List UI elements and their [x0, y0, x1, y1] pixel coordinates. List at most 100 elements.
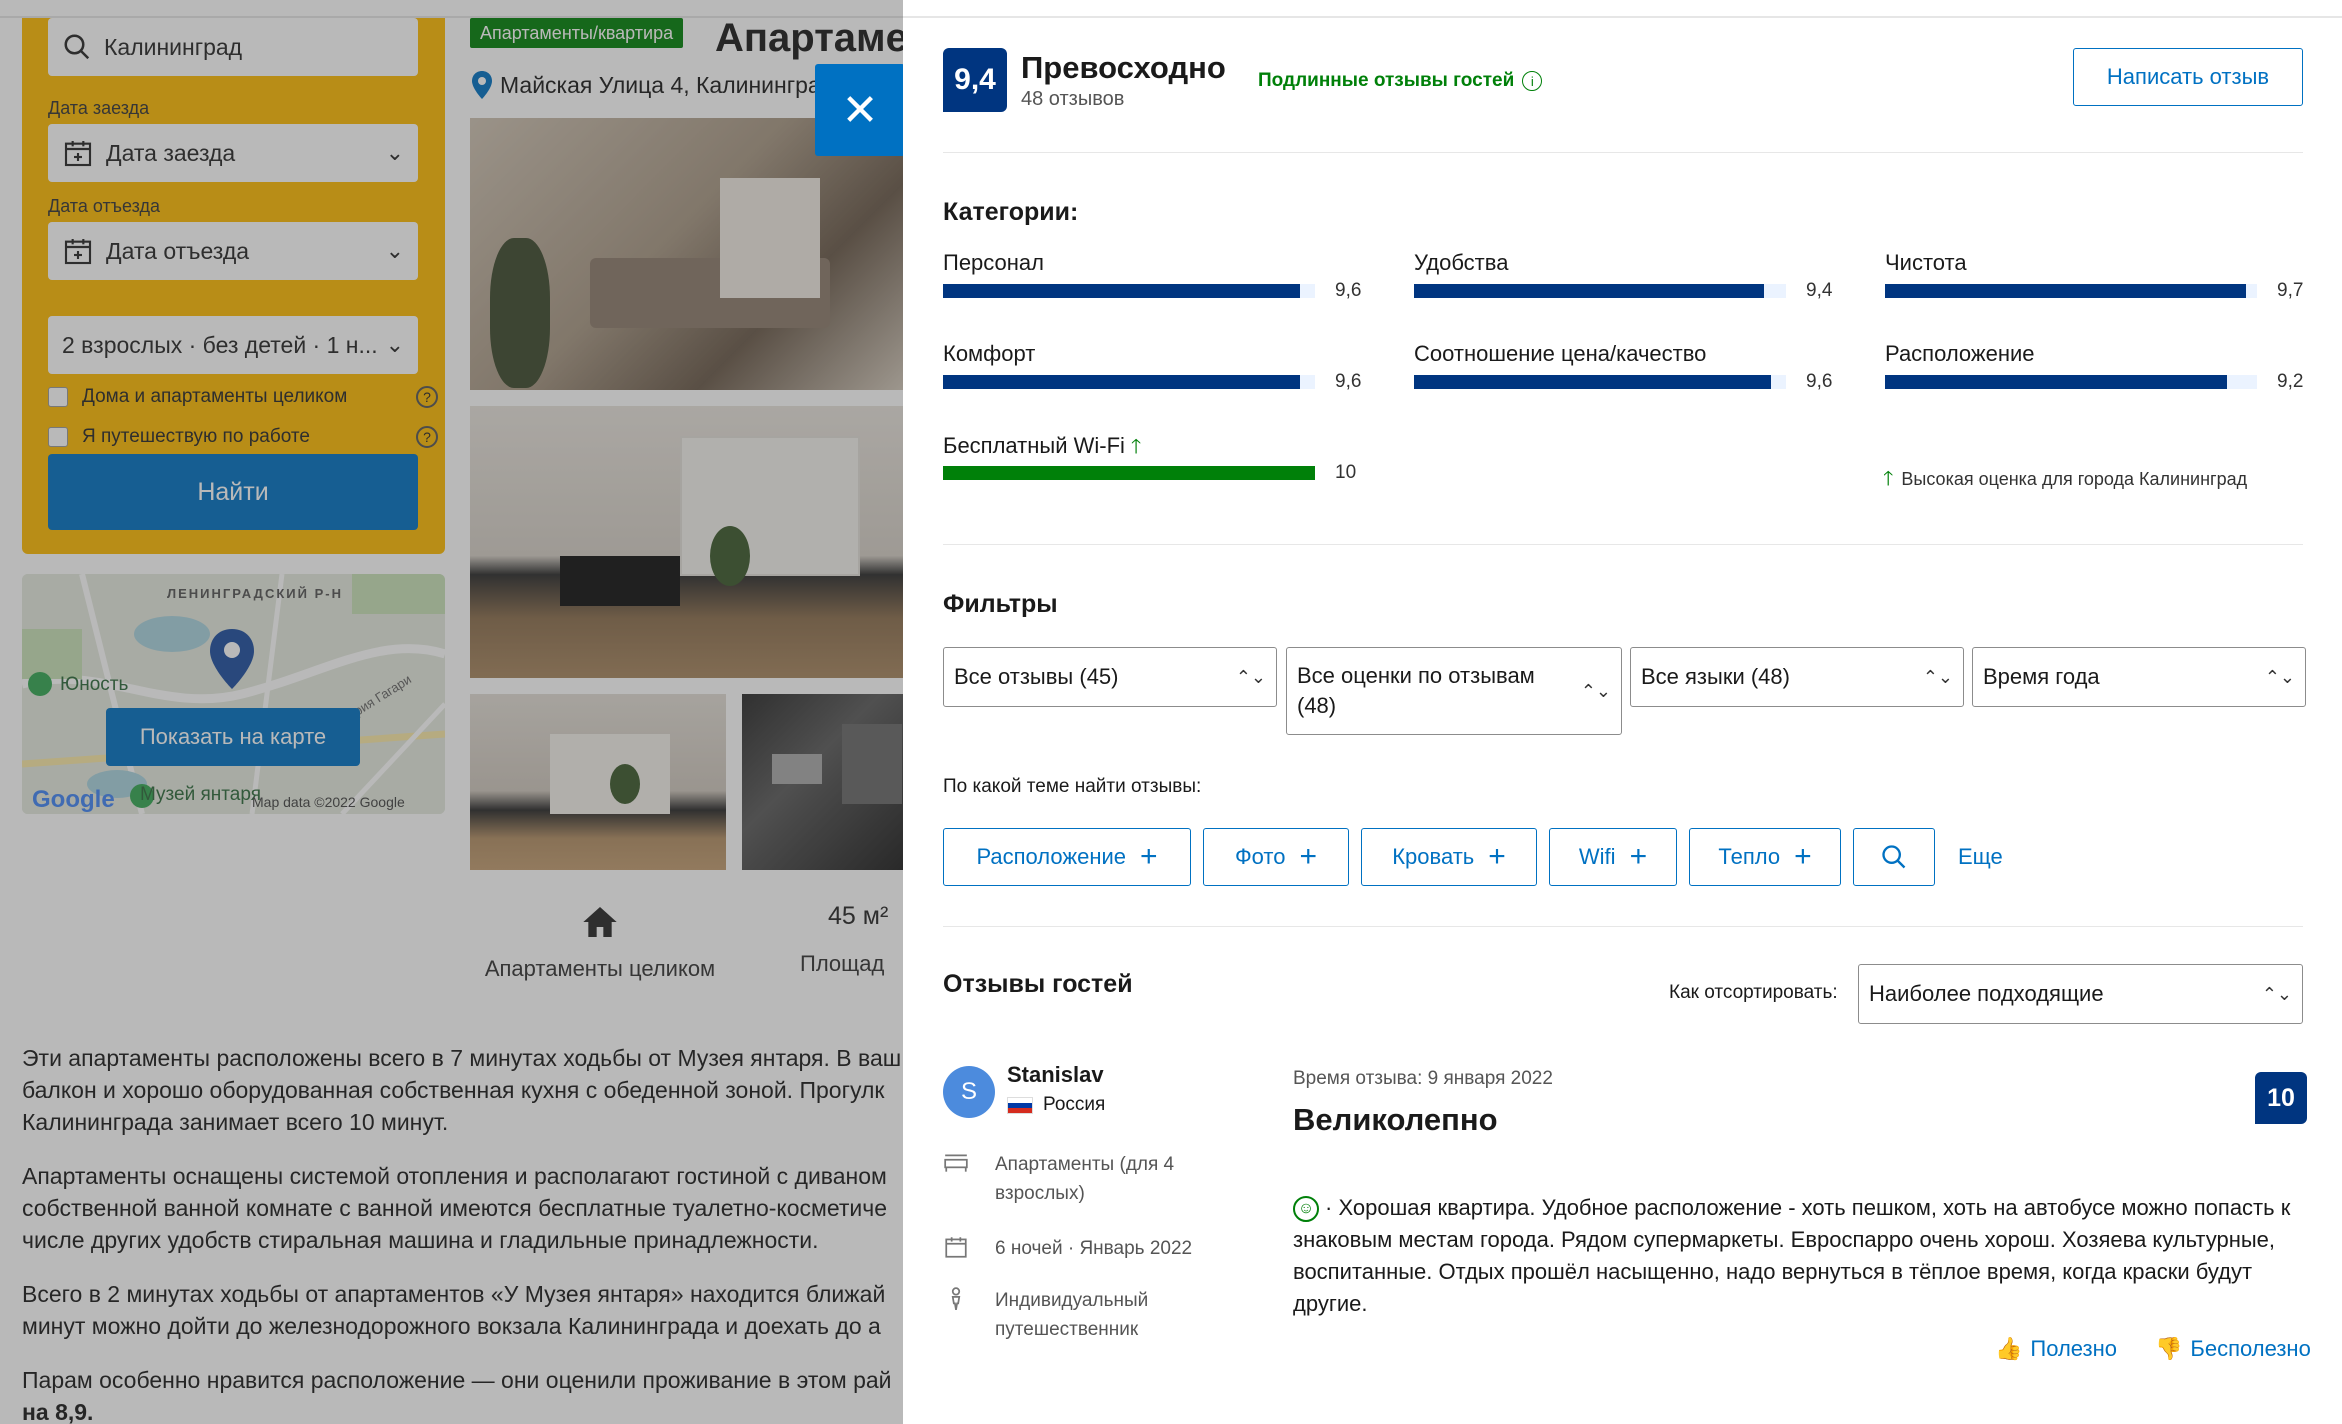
category-cleanliness: Чистота 9,7	[1885, 250, 2303, 310]
overall-score-badge: 9,4	[943, 48, 1007, 112]
category-comfort: Комфорт 9,6	[943, 341, 1361, 401]
category-score: 9,6	[1335, 371, 1362, 392]
category-bar-track	[1885, 375, 2257, 389]
category-name-wrap: Бесплатный Wi-Fi 🡑	[943, 432, 1141, 466]
category-name: Удобства	[1414, 250, 1509, 275]
search-icon	[1882, 845, 1906, 869]
topic-chip-label: Фото	[1234, 844, 1286, 869]
smile-icon: ☺	[1293, 1196, 1319, 1223]
category-score: 10	[1335, 462, 1357, 483]
plus-icon: +	[1794, 840, 1812, 873]
category-bar-fill	[943, 375, 1301, 389]
review-traveler-type: Индивидуальный путешественник	[943, 1286, 1205, 1344]
review-score-badge: 10	[2255, 1072, 2307, 1124]
reviewer-name: Stanislav	[1007, 1062, 1104, 1087]
review-text-body: · Хорошая квартира. Удобное расположение…	[1293, 1195, 2291, 1316]
filter-season-select[interactable]: Время года ⌃⌄	[1972, 647, 2306, 707]
topic-chip-location[interactable]: Расположение +	[943, 828, 1191, 886]
sort-value: Наиболее подходящие	[1869, 981, 2104, 1006]
category-name: Чистота	[1885, 250, 1967, 275]
category-bar-fill	[1885, 284, 2246, 298]
modal-backdrop[interactable]	[0, 0, 903, 1424]
topic-chip-photo[interactable]: Фото +	[1203, 828, 1349, 886]
more-topics-link[interactable]: Еще	[1958, 844, 2003, 870]
traveler-type-text: Индивидуальный путешественник	[995, 1290, 1149, 1340]
category-score: 9,4	[1806, 280, 1833, 301]
category-bar-track	[943, 375, 1315, 389]
category-bar-track	[943, 284, 1315, 298]
up-down-arrows-icon: ⌃⌄	[2264, 666, 2295, 687]
filter-value: Все языки (48)	[1641, 664, 1790, 689]
divider	[943, 926, 2303, 927]
write-review-button[interactable]: Написать отзыв	[2073, 48, 2303, 106]
category-score: 9,6	[1335, 280, 1362, 301]
category-score: 9,7	[2277, 280, 2304, 301]
sort-label: Как отсортировать:	[1669, 982, 1838, 1003]
topic-chip-warmth[interactable]: Тепло +	[1689, 828, 1841, 886]
category-facilities: Удобства 9,4	[1414, 250, 1832, 310]
category-bar-track	[943, 466, 1315, 480]
category-name: Персонал	[943, 250, 1044, 275]
filter-languages-select[interactable]: Все языки (48) ⌃⌄	[1630, 647, 1964, 707]
category-value-for-money: Соотношение цена/качество 9,6	[1414, 341, 1832, 401]
plus-icon: +	[1488, 840, 1506, 873]
review-count: 48 отзывов	[1021, 88, 1125, 110]
helpful-button[interactable]: 👍 Полезно	[1995, 1336, 2117, 1362]
category-bar-fill	[943, 284, 1301, 298]
arrow-up-icon: 🡑	[1130, 436, 1142, 458]
topic-chip-bed[interactable]: Кровать +	[1361, 828, 1537, 886]
high-score-note-text: Высокая оценка для города Калининград	[1901, 469, 2248, 489]
topic-chip-label: Тепло	[1718, 844, 1781, 869]
plus-icon: +	[1629, 840, 1648, 873]
arrow-up-icon: 🡑	[1883, 468, 1894, 490]
score-word: Превосходно	[1021, 50, 1226, 85]
guest-reviews-title: Отзывы гостей	[943, 970, 1133, 998]
thumbs-down-icon: 👎	[2155, 1336, 2183, 1361]
topic-search-button[interactable]	[1853, 828, 1935, 886]
review-text: ☺ · Хорошая квартира. Удобное расположени…	[1293, 1192, 2303, 1320]
high-score-note: 🡑 Высокая оценка для города Калининград	[1883, 464, 2247, 498]
review-room-type: Апартаменты (для 4 взрослых)	[943, 1150, 1205, 1208]
up-down-arrows-icon: ⌃⌄	[2261, 983, 2292, 1004]
category-location: Расположение 9,2	[1885, 341, 2303, 401]
up-down-arrows-icon: ⌃⌄	[1922, 666, 1953, 687]
bed-icon	[944, 1154, 968, 1172]
plus-icon: +	[1299, 840, 1318, 873]
category-score: 9,6	[1806, 371, 1833, 392]
category-bar-track	[1414, 375, 1786, 389]
not-helpful-button[interactable]: 👎 Бесполезно	[2155, 1336, 2311, 1362]
stay-text: 6 ночей · Январь 2022	[995, 1238, 1193, 1259]
topic-chip-wifi[interactable]: Wifi +	[1549, 828, 1677, 886]
sort-select[interactable]: Наиболее подходящие ⌃⌄	[1858, 964, 2303, 1024]
category-staff: Персонал 9,6	[943, 250, 1361, 310]
person-icon	[951, 1287, 961, 1310]
filter-reviews-select[interactable]: Все отзывы (45) ⌃⌄	[943, 647, 1277, 707]
topic-chip-label: Wifi	[1578, 844, 1616, 869]
russia-flag-icon	[1007, 1096, 1033, 1114]
category-name: Бесплатный Wi-Fi	[943, 433, 1125, 458]
filters-title: Фильтры	[943, 590, 1058, 618]
filter-value: Время года	[1983, 664, 2100, 689]
thumbs-up-icon: 👍	[1995, 1336, 2023, 1361]
category-bar-track	[1414, 284, 1786, 298]
calendar-icon	[945, 1237, 967, 1258]
topic-chip-label: Расположение	[976, 844, 1126, 869]
plus-icon: +	[1140, 840, 1158, 873]
filter-value: Все отзывы (45)	[954, 664, 1119, 689]
up-down-arrows-icon: ⌃⌄	[1580, 681, 1611, 701]
info-icon[interactable]: i	[1522, 71, 1543, 91]
topic-label: По какой теме найти отзывы:	[943, 776, 1202, 797]
genuine-reviews-label: Подлинные отзывы гостей	[1258, 70, 1515, 91]
category-bar-fill	[1414, 284, 1764, 298]
filter-value: Все оценки по отзывам (48)	[1297, 663, 1535, 718]
categories-title: Категории:	[943, 198, 1079, 226]
divider	[943, 152, 2303, 153]
not-helpful-label: Бесполезно	[2190, 1336, 2311, 1361]
reviewer-country: Россия	[1007, 1094, 1105, 1116]
filter-scores-select[interactable]: Все оценки по отзывам (48) ⌃⌄	[1286, 647, 1622, 735]
category-bar-fill	[943, 466, 1315, 480]
close-modal-button[interactable]: ✕	[815, 64, 905, 156]
category-score: 9,2	[2277, 371, 2304, 392]
helpful-label: Полезно	[2030, 1336, 2118, 1361]
category-name: Комфорт	[943, 341, 1036, 366]
